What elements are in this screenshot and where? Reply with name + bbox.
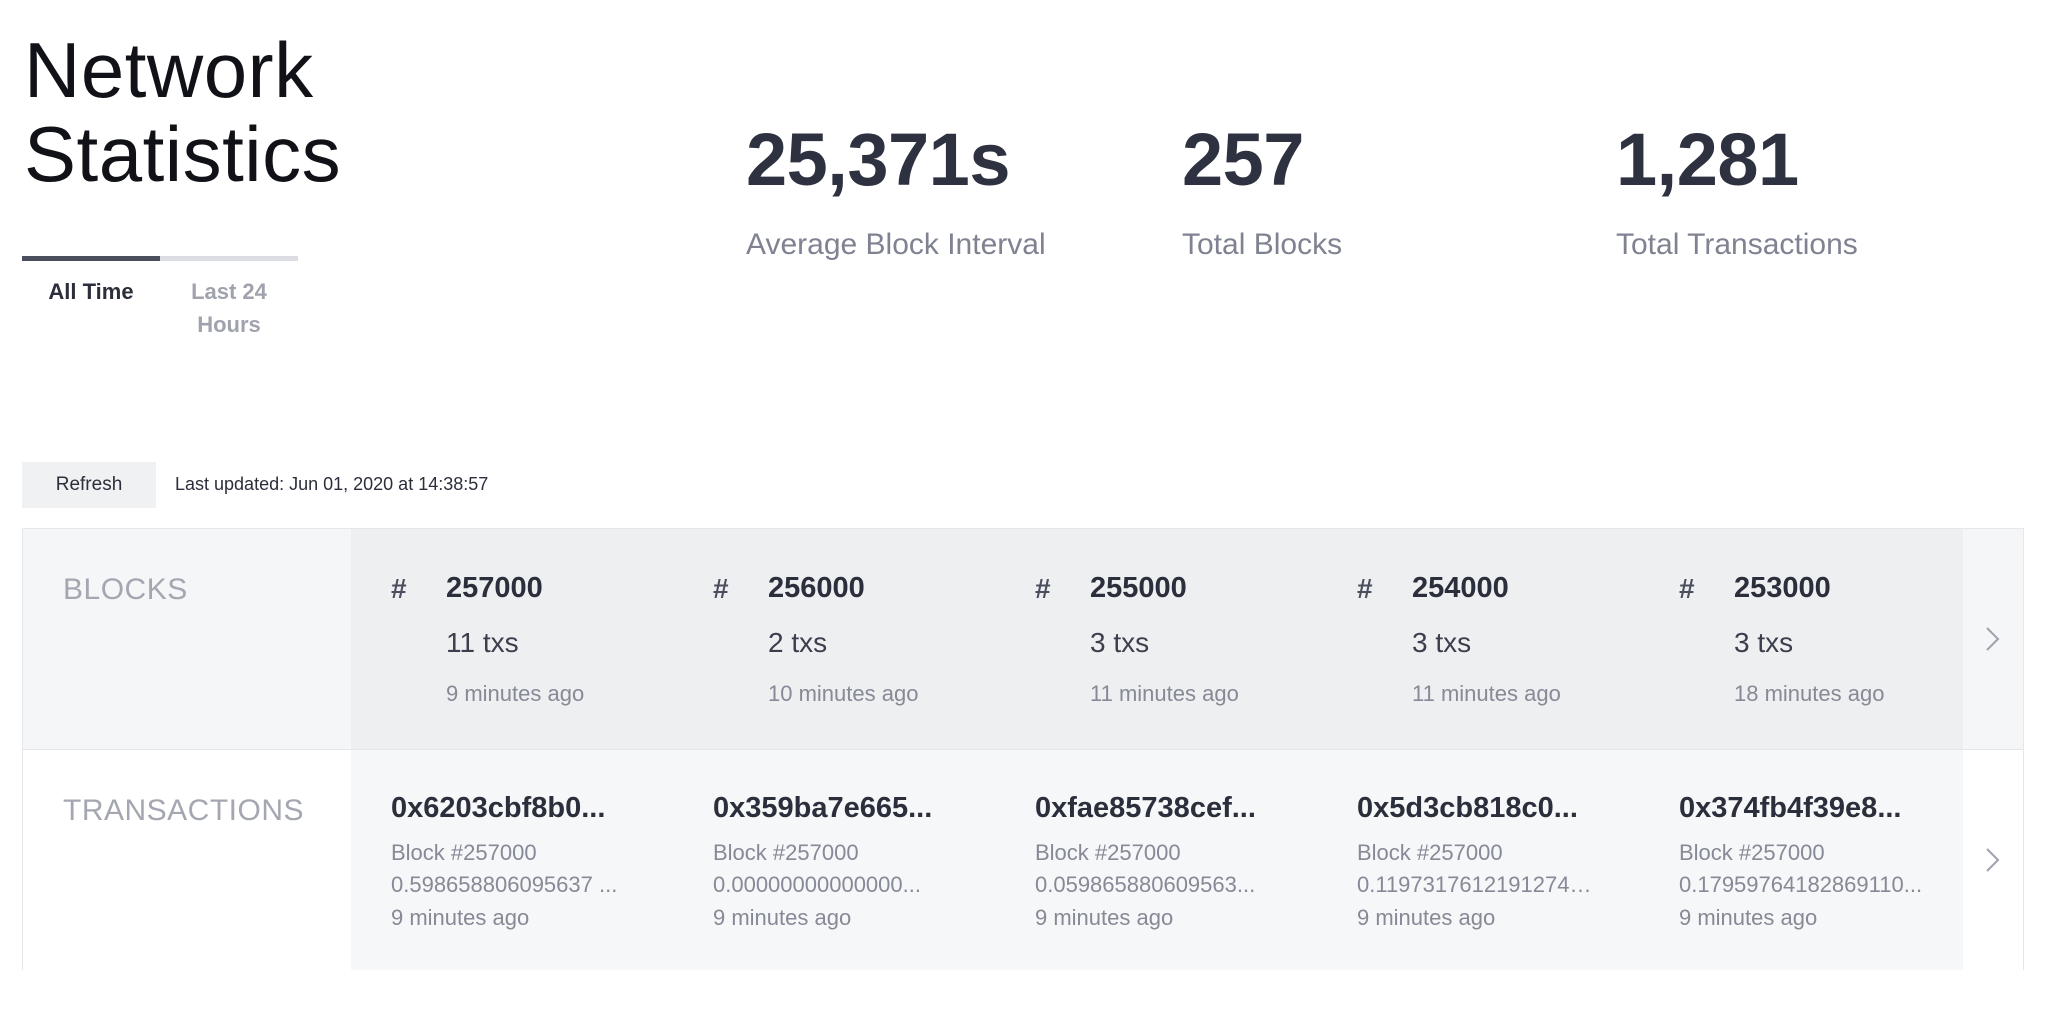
tab-all-time[interactable]: All Time [22,261,160,341]
block-tx-count: 2 txs [768,627,828,658]
transaction-card[interactable]: 0x374fb4f39e8... Block #257000 0.1795976… [1639,750,1961,970]
transaction-block[interactable]: Block #257000 [713,840,859,866]
tab-last-24-hours[interactable]: Last 24 Hours [160,261,298,341]
transaction-card[interactable]: 0x359ba7e665... Block #257000 0.00000000… [673,750,995,970]
stat-label: Average Block Interval [746,228,1046,261]
tab-active-indicator [22,256,160,261]
transaction-value: 0.059865880609563... [1035,872,1256,897]
block-time: 18 minutes ago [1734,681,1885,706]
block-time: 10 minutes ago [768,681,919,706]
transaction-block[interactable]: Block #257000 [1035,840,1181,866]
block-number[interactable]: 253000 [1734,572,1831,605]
block-card[interactable]: # 254000 3 txs 11 minutes ago [1317,529,1639,749]
stat-label: Total Transactions [1616,228,1858,261]
refresh-button[interactable]: Refresh [22,462,156,508]
hash-symbol: # [1035,573,1051,604]
last-updated-value: Jun 01, 2020 at 14:38:57 [289,474,489,494]
activity-panel: BLOCKS # 257000 11 txs 9 minutes ago # 2… [22,528,2024,970]
stat-label: Total Blocks [1182,228,1343,261]
transaction-block[interactable]: Block #257000 [1357,840,1503,866]
transaction-block[interactable]: Block #257000 [391,840,537,866]
hash-symbol: # [713,573,729,604]
transaction-card[interactable]: 0x5d3cb818c0... Block #257000 0.11973176… [1317,750,1639,970]
page-title-line-2: Statistics [24,110,342,198]
last-updated-label: Last updated: [175,474,285,494]
time-range-tabs: All Time Last 24 Hours [22,256,298,341]
transaction-hash[interactable]: 0x6203cbf8b0... [391,792,661,825]
transactions-row: TRANSACTIONS 0x6203cbf8b0... Block #2570… [23,750,2023,970]
block-card[interactable]: # 257000 11 txs 9 minutes ago [351,529,673,749]
hash-symbol: # [1679,573,1695,604]
stat-value: 1,281 [1616,118,1799,201]
block-tx-count: 3 txs [1734,627,1794,658]
transaction-hash[interactable]: 0x5d3cb818c0... [1357,792,1627,825]
block-time: 11 minutes ago [1090,681,1239,706]
block-number[interactable]: 257000 [446,572,543,605]
block-card[interactable]: # 255000 3 txs 11 minutes ago [995,529,1317,749]
transaction-hash[interactable]: 0x374fb4f39e8... [1679,792,1949,825]
transactions-list: 0x6203cbf8b0... Block #257000 0.59865880… [351,750,1963,970]
transactions-label: TRANSACTIONS [63,794,305,827]
chevron-right-icon[interactable] [1983,840,2003,880]
block-card[interactable]: # 256000 2 txs 10 minutes ago [673,529,995,749]
stat-total-transactions: 1,281 Total Transactions [1616,118,1858,262]
stat-value: 25,371s [746,118,1010,201]
transaction-time: 9 minutes ago [713,905,852,930]
transaction-value: 0.00000000000000... [713,872,921,897]
stat-average-block-interval: 25,371s Average Block Interval [746,118,1046,262]
block-time: 9 minutes ago [446,681,585,706]
transaction-time: 9 minutes ago [1357,905,1496,930]
transaction-value: 0.119731761219127403 ... [1357,872,1601,897]
block-number[interactable]: 256000 [768,572,865,605]
transaction-value: 0.17959764182869110... [1679,872,1923,897]
tab-row: All Time Last 24 Hours [22,261,298,341]
blocks-label: BLOCKS [63,573,188,606]
hash-symbol: # [391,573,407,604]
tab-track [22,256,298,261]
transaction-time: 9 minutes ago [1679,905,1818,930]
page-title: Network Statistics [24,28,341,196]
transaction-time: 9 minutes ago [1035,905,1174,930]
block-tx-count: 3 txs [1090,627,1150,658]
block-card[interactable]: # 253000 3 txs 18 minutes ago [1639,529,1961,749]
transaction-card[interactable]: 0x6203cbf8b0... Block #257000 0.59865880… [351,750,673,970]
block-number[interactable]: 255000 [1090,572,1187,605]
last-updated: Last updated: Jun 01, 2020 at 14:38:57 [175,474,488,495]
transaction-hash[interactable]: 0x359ba7e665... [713,792,983,825]
transaction-card[interactable]: 0xfae85738cef... Block #257000 0.0598658… [995,750,1317,970]
blocks-list: # 257000 11 txs 9 minutes ago # 256000 2… [351,529,1963,749]
transaction-block[interactable]: Block #257000 [1679,840,1825,866]
stat-total-blocks: 257 Total Blocks [1182,118,1342,262]
block-tx-count: 3 txs [1412,627,1472,658]
block-tx-count: 11 txs [446,627,519,658]
stat-value: 257 [1182,118,1304,201]
chevron-right-icon[interactable] [1983,619,2003,659]
page-title-line-1: Network [24,26,314,114]
transaction-value: 0.598658806095637 ... [391,872,618,897]
transaction-hash[interactable]: 0xfae85738cef... [1035,792,1305,825]
block-time: 11 minutes ago [1412,681,1561,706]
block-number[interactable]: 254000 [1412,572,1509,605]
blocks-row: BLOCKS # 257000 11 txs 9 minutes ago # 2… [23,529,2023,750]
transaction-time: 9 minutes ago [391,905,530,930]
hash-symbol: # [1357,573,1373,604]
